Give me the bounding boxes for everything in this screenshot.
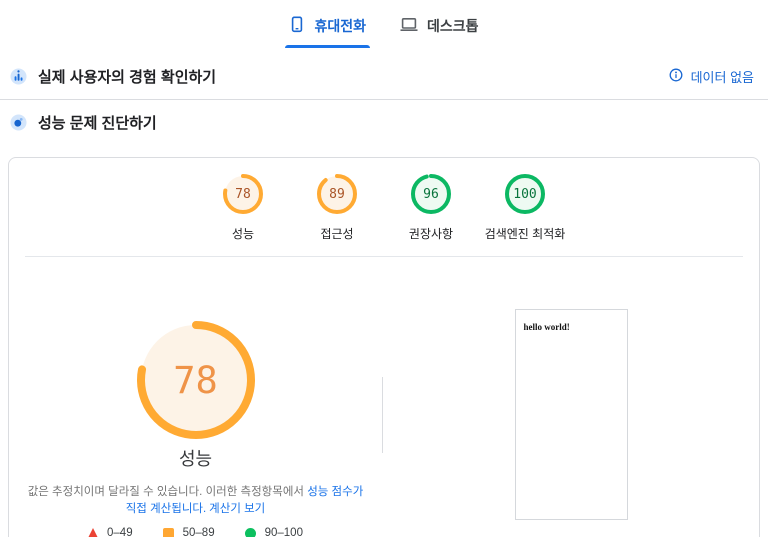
performance-gauge-label: 성능 (178, 449, 213, 469)
pagespeed-report: 휴대전화 데스크톱 실제 사용자의 경험 확인하기 데이터 없음 성능 문제 진… (0, 0, 768, 537)
category-label: 성능 (231, 227, 255, 241)
laptop-icon (400, 17, 418, 35)
screenshot-column: hello world! (383, 257, 759, 537)
field-data-title: 실제 사용자의 경험 확인하기 (38, 69, 217, 86)
field-data-header: 실제 사용자의 경험 확인하기 데이터 없음 (0, 54, 768, 99)
category-label: 접근성 (320, 227, 354, 241)
category-score-value: 89 (329, 186, 345, 202)
score-note: 값은 추정치이며 달라질 수 있습니다. 이러한 측정항목에서 성능 점수가 직… (25, 484, 367, 518)
category-gauge: 100 (505, 174, 545, 214)
performance-column: 78 성능 값은 추정치이며 달라질 수 있습니다. 이러한 측정항목에서 성능… (9, 257, 382, 537)
category-score-item[interactable]: 100 검색엔진 최적화 (478, 174, 572, 242)
diagnostics-header: 성능 문제 진단하기 (0, 100, 768, 145)
performance-section: 78 성능 값은 추정치이며 달라질 수 있습니다. 이러한 측정항목에서 성능… (9, 257, 759, 537)
calculator-link[interactable]: 계산기 보기 (209, 503, 265, 515)
legend-item: 90–100 (244, 527, 303, 537)
note-text: 값은 추정치이며 달라질 수 있습니다. 이러한 측정항목에서 (27, 486, 308, 498)
lab-report-card: 78 성능 89 접근성 96 권장사항 100 검색엔진 최적화 78 성능 값은 추정치이… (8, 157, 760, 537)
square-icon (162, 527, 174, 537)
performance-score: 78 (173, 358, 218, 402)
category-score-value: 78 (235, 186, 251, 202)
tab-mobile[interactable]: 휴대전화 (285, 8, 370, 48)
legend-item: 50–89 (162, 527, 215, 537)
phone-icon (289, 16, 305, 36)
category-score-value: 100 (513, 186, 537, 202)
diagnose-icon (10, 114, 27, 131)
category-label: 권장사항 (408, 227, 454, 241)
legend-range: 50–89 (182, 527, 215, 537)
tab-mobile-label: 휴대전화 (314, 18, 366, 34)
screenshot-text: hello world! (523, 322, 570, 332)
user-experience-icon (10, 68, 27, 85)
triangle-icon (88, 528, 99, 537)
legend-range: 90–100 (264, 527, 303, 537)
diagnostics-title: 성능 문제 진단하기 (38, 115, 157, 132)
performance-gauge[interactable]: 78 (136, 321, 255, 439)
page-screenshot: hello world! (514, 309, 628, 520)
category-score-item[interactable]: 78 성능 (196, 174, 290, 242)
category-scores: 78 성능 89 접근성 96 권장사항 100 검색엔진 최적화 (9, 158, 759, 254)
category-score-item[interactable]: 96 권장사항 (384, 174, 478, 242)
active-tab-indicator (285, 45, 370, 48)
category-gauge: 78 (223, 174, 263, 214)
legend-item: 0–49 (88, 527, 133, 537)
tab-desktop-label: 데스크톱 (427, 18, 479, 34)
legend-range: 0–49 (107, 527, 133, 537)
category-gauge: 96 (411, 174, 451, 214)
info-icon[interactable] (669, 68, 683, 85)
category-label: 검색엔진 최적화 (484, 227, 566, 241)
category-score-item[interactable]: 89 접근성 (290, 174, 384, 242)
device-tabs: 휴대전화 데스크톱 (0, 0, 768, 48)
category-gauge: 89 (317, 174, 357, 214)
no-data-label: 데이터 없음 (690, 70, 754, 85)
tab-desktop[interactable]: 데스크톱 (396, 8, 483, 48)
circle-icon (244, 527, 256, 537)
score-legend: 0–49 50–89 90–100 (88, 527, 303, 537)
category-score-value: 96 (423, 186, 439, 202)
no-data-status[interactable]: 데이터 없음 (669, 67, 758, 86)
